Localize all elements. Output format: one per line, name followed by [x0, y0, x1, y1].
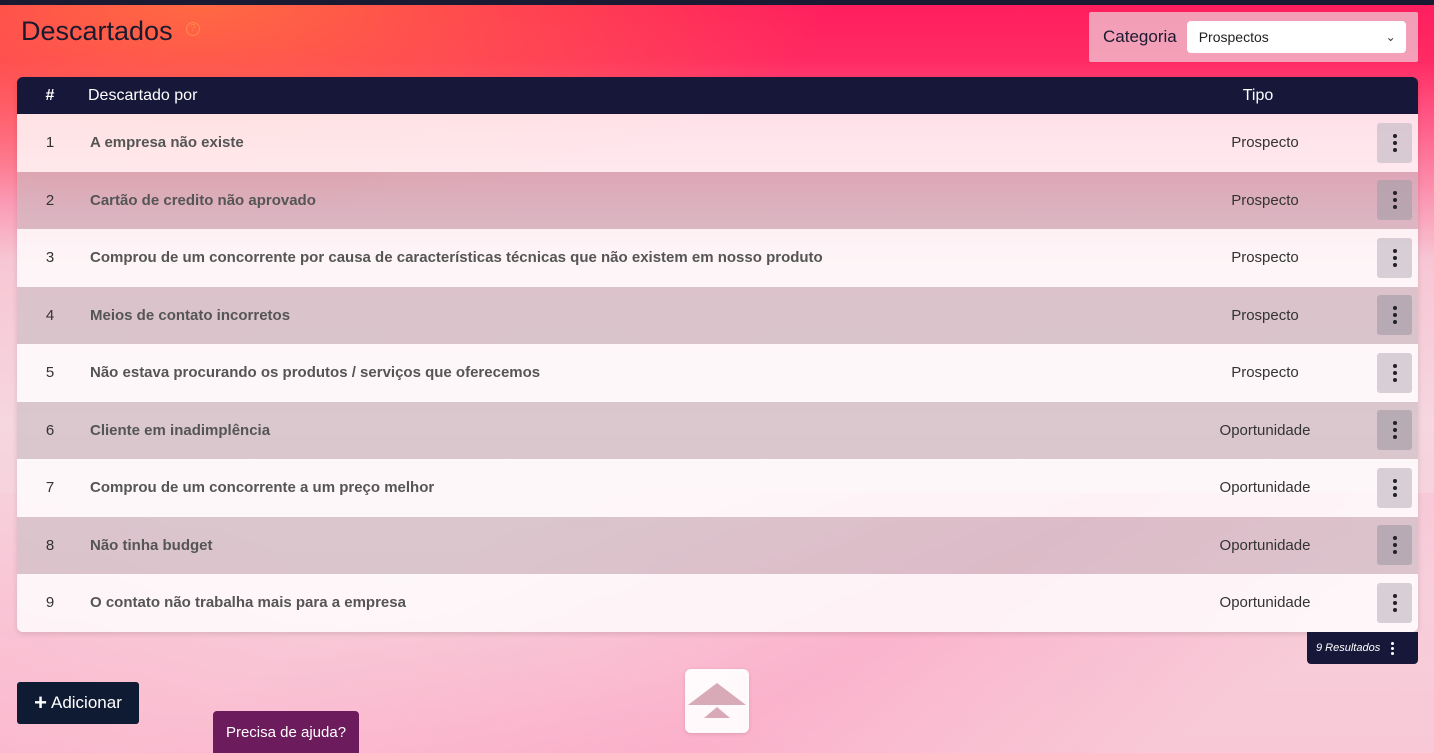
more-options-icon[interactable] [1377, 467, 1412, 508]
more-options-icon[interactable] [1377, 582, 1412, 623]
category-label: Categoria [1103, 27, 1177, 46]
results-text: 9 Resultados [1316, 642, 1381, 654]
row-tipo: Prospecto [1231, 134, 1299, 152]
row-number: 2 [45, 191, 55, 209]
table-row[interactable]: 2 Cartão de credito não aprovado Prospecto [17, 171, 1418, 229]
category-filter: Categoria Prospectos ⌄ [1089, 12, 1418, 62]
row-tipo: Oportunidade [1219, 594, 1311, 612]
table-header: # Descartado por Tipo [17, 77, 1418, 114]
help-button[interactable]: Precisa de ajuda? [213, 711, 359, 753]
row-tipo: Prospecto [1231, 364, 1299, 382]
arrow-up-small-icon [704, 707, 730, 718]
row-number: 1 [45, 134, 55, 152]
category-select[interactable]: Prospectos ⌄ [1186, 21, 1406, 53]
row-discarded-by: Meios de contato incorretos [90, 306, 291, 324]
row-discarded-by: A empresa não existe [90, 134, 244, 152]
row-tipo: Oportunidade [1219, 421, 1311, 439]
row-number: 3 [45, 249, 55, 267]
table-row[interactable]: 6 Cliente em inadimplência Oportunidade [17, 401, 1418, 459]
more-options-icon[interactable] [1377, 295, 1412, 336]
row-number: 7 [45, 479, 55, 497]
results-count: 9 Resultados [1307, 632, 1418, 664]
row-tipo: Oportunidade [1219, 536, 1311, 554]
row-discarded-by: Comprou de um concorrente a um preço mel… [90, 479, 435, 497]
add-button[interactable]: + Adicionar [17, 682, 139, 724]
discard-table: # Descartado por Tipo 1 A empresa não exi… [17, 77, 1418, 632]
column-header-tipo: Tipo [1242, 86, 1274, 104]
row-tipo: Prospecto [1231, 306, 1299, 324]
more-options-icon[interactable] [1377, 237, 1412, 278]
more-options-icon[interactable] [1377, 352, 1412, 393]
table-row[interactable]: 5 Não estava procurando os produtos / ser… [17, 344, 1418, 402]
row-tipo: Prospecto [1231, 249, 1299, 267]
row-discarded-by: Cliente em inadimplência [90, 421, 271, 439]
question-circle-icon[interactable]: ? [186, 22, 200, 36]
add-button-label: Adicionar [50, 693, 122, 712]
top-bar [0, 0, 1434, 5]
row-number: 9 [45, 594, 55, 612]
row-discarded-by: Não estava procurando os produtos / serv… [90, 364, 541, 382]
scroll-to-top-button[interactable] [685, 669, 749, 733]
page-title: Descartados [21, 16, 173, 46]
more-options-icon[interactable] [1377, 410, 1412, 451]
row-discarded-by: Cartão de credito não aprovado [90, 191, 316, 209]
help-button-label: Precisa de ajuda? [225, 723, 347, 741]
column-header-num: # [45, 86, 55, 104]
more-options-icon[interactable] [1377, 180, 1412, 221]
plus-icon: + [34, 690, 47, 715]
row-discarded-by: Não tinha budget [90, 536, 213, 554]
arrow-up-icon [688, 683, 746, 705]
row-discarded-by: Comprou de um concorrente por causa de c… [90, 249, 823, 267]
row-tipo: Oportunidade [1219, 479, 1311, 497]
row-number: 5 [45, 364, 55, 382]
row-number: 4 [45, 306, 55, 324]
table-row[interactable]: 4 Meios de contato incorretos Prospecto [17, 286, 1418, 344]
table-row[interactable]: 9 O contato não trabalha mais para a empr… [17, 574, 1418, 632]
table-row[interactable]: 7 Comprou de um concorrente a um preço me… [17, 459, 1418, 517]
row-number: 6 [45, 421, 55, 439]
category-selected-value: Prospectos [1198, 29, 1269, 45]
row-tipo: Prospecto [1231, 191, 1299, 209]
table-body: 1 A empresa não existe Prospecto 2 Cartão de… [17, 114, 1418, 632]
table-row[interactable]: 1 A empresa não existe Prospecto [17, 114, 1418, 172]
more-options-icon[interactable] [1377, 525, 1412, 566]
chevron-down-icon: ⌄ [1385, 30, 1396, 44]
table-row[interactable]: 3 Comprou de um concorrente por causa de … [17, 229, 1418, 287]
table-row[interactable]: 8 Não tinha budget Oportunidade [17, 516, 1418, 574]
column-header-discarded-by: Descartado por [88, 86, 198, 104]
more-options-icon[interactable] [1377, 122, 1412, 163]
row-number: 8 [45, 536, 55, 554]
results-menu-icon[interactable] [1391, 641, 1395, 655]
row-discarded-by: O contato não trabalha mais para a empre… [90, 594, 406, 612]
